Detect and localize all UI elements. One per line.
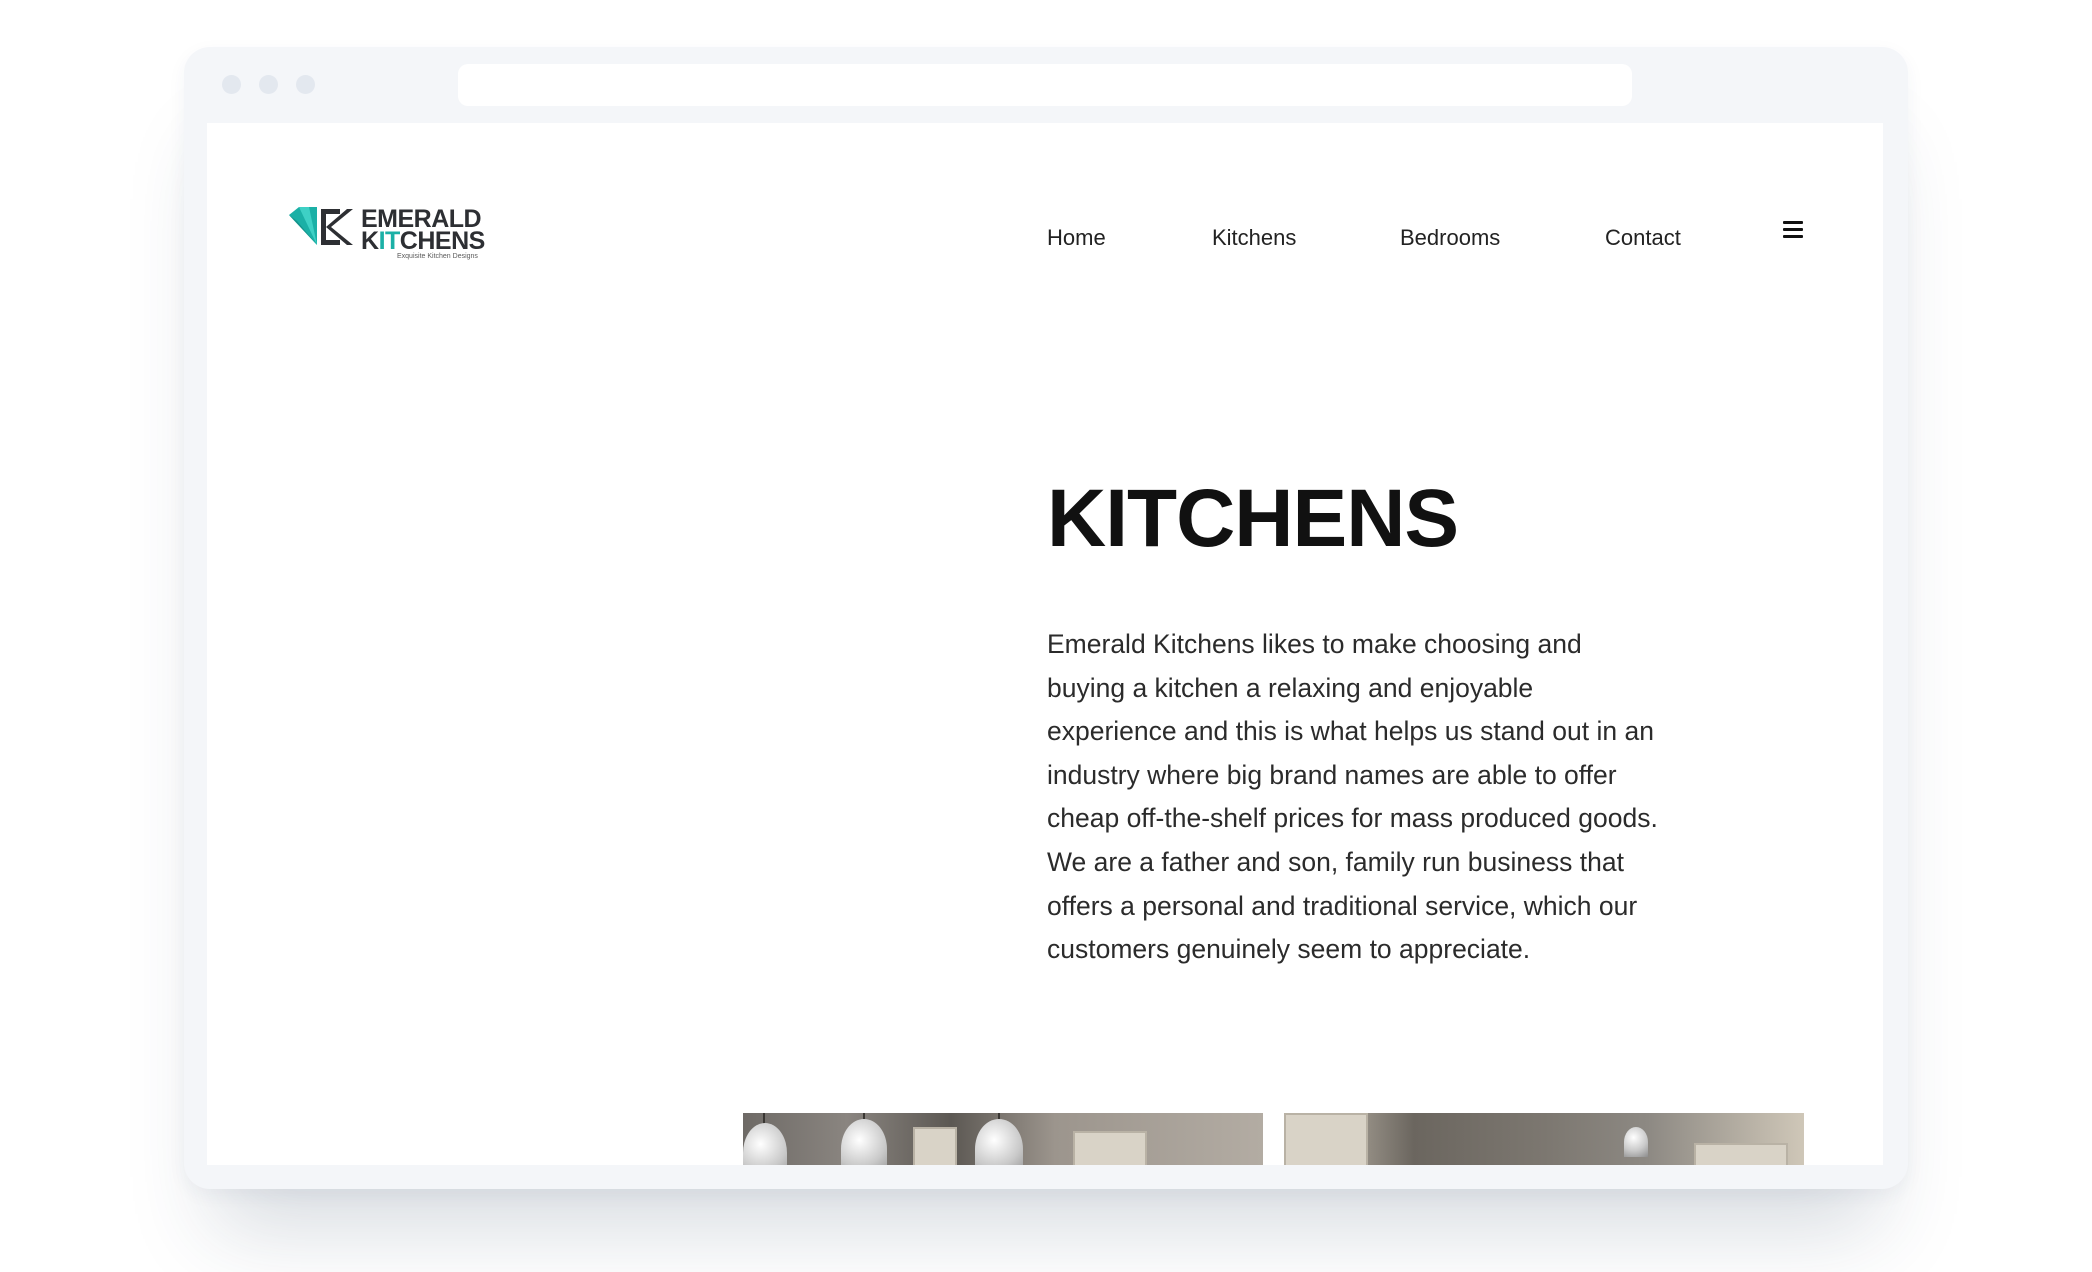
window-close-dot[interactable]	[222, 75, 241, 94]
main-nav: Home Kitchens Bedrooms Contact	[207, 218, 1883, 258]
nav-home[interactable]: Home	[1047, 218, 1106, 258]
window-maximize-dot[interactable]	[296, 75, 315, 94]
pendant-lamp-icon	[975, 1119, 1023, 1165]
light-fixture-icon	[1624, 1127, 1648, 1157]
hamburger-icon[interactable]	[1783, 221, 1803, 239]
pendant-lamp-icon	[743, 1123, 787, 1165]
window-minimize-dot[interactable]	[259, 75, 278, 94]
nav-contact[interactable]: Contact	[1605, 218, 1681, 258]
page-viewport: EMERALD KITCHENS Exquisite Kitchen Desig…	[207, 123, 1883, 1165]
window-controls	[222, 75, 315, 94]
nav-bedrooms[interactable]: Bedrooms	[1400, 218, 1500, 258]
intro-paragraph: Emerald Kitchens likes to make choosing …	[1047, 629, 1658, 965]
kitchen-photo-1[interactable]	[743, 1113, 1263, 1165]
address-bar[interactable]	[458, 64, 1632, 106]
page-title: KITCHENS	[1047, 473, 1459, 564]
kitchen-photo-2[interactable]	[1284, 1113, 1804, 1165]
pendant-lamp-icon	[841, 1119, 887, 1165]
nav-kitchens[interactable]: Kitchens	[1212, 218, 1296, 258]
